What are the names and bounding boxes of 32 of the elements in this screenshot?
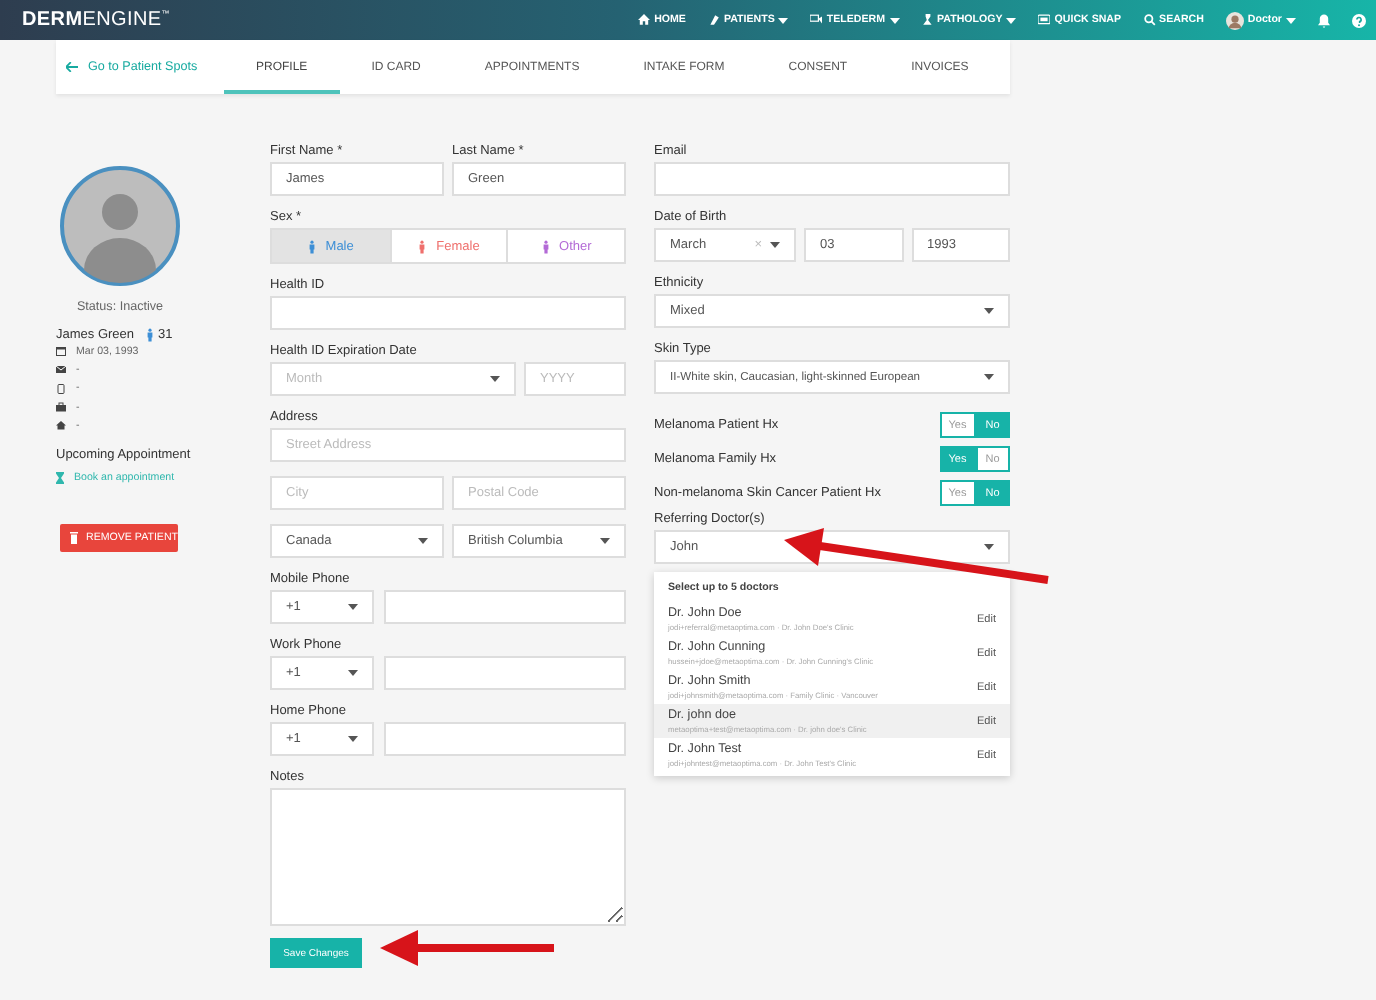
caret-icon: [418, 538, 428, 544]
health-id-field[interactable]: [270, 296, 626, 330]
search-icon: [1143, 14, 1156, 26]
caret-icon: [984, 374, 994, 380]
phone-number-field[interactable]: [384, 656, 626, 690]
home-icon: [638, 14, 651, 26]
email-field[interactable]: [654, 162, 1010, 196]
caret-icon: [348, 604, 358, 610]
home-icon: [56, 420, 66, 431]
back-arrow-icon: [66, 62, 78, 72]
help-icon[interactable]: [1352, 13, 1366, 27]
pen-icon: [707, 14, 720, 26]
phone-number-field[interactable]: [384, 722, 626, 756]
caret-icon: [984, 308, 994, 314]
hourglass-icon: [56, 472, 64, 485]
caret-icon: [984, 544, 994, 550]
bell-icon[interactable]: [1318, 13, 1330, 27]
caret-icon: [348, 736, 358, 742]
caret-icon: [348, 670, 358, 676]
notes-field[interactable]: [270, 788, 626, 926]
male-icon: [146, 328, 155, 342]
trash-icon: [70, 532, 78, 545]
caret-icon: [770, 242, 780, 248]
phone-number-field[interactable]: [384, 590, 626, 624]
envelope-icon: [56, 364, 66, 375]
caret-icon: [490, 376, 500, 382]
briefcase-icon: [56, 402, 66, 413]
calendar-icon: [56, 346, 66, 357]
caret-icon: [600, 538, 610, 544]
avatar-silhouette: [1225, 11, 1244, 29]
phone-icon: [56, 383, 66, 394]
avatar-silhouette: [60, 166, 180, 286]
